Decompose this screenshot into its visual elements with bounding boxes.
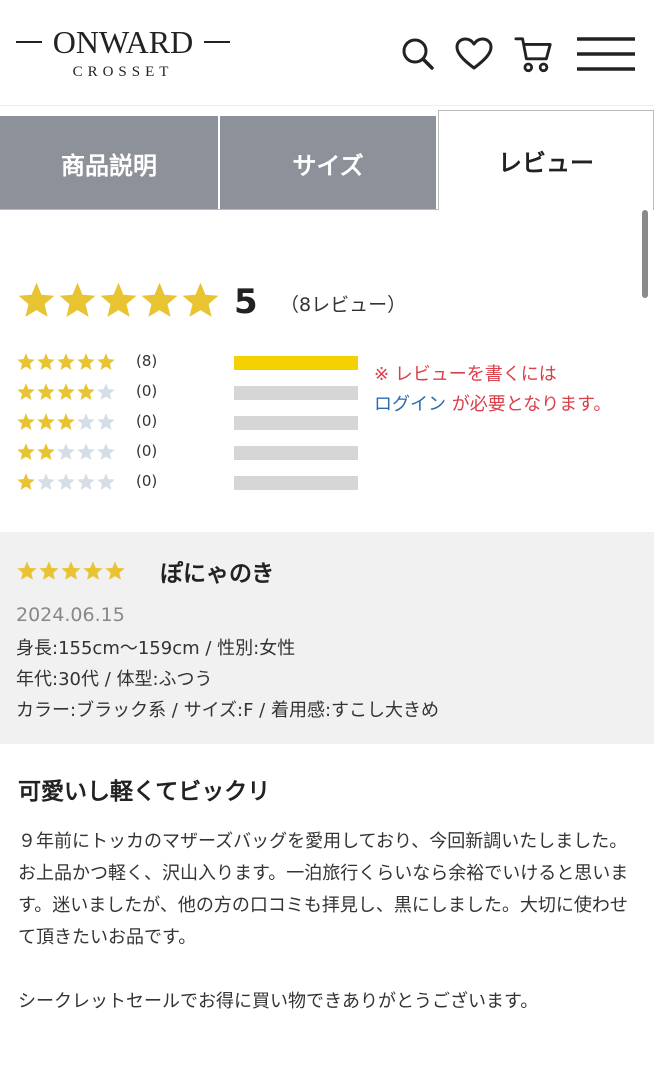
star-filled-icon	[16, 280, 57, 324]
distribution-count: (8)	[136, 352, 158, 370]
notice-text: が必要となります。	[446, 394, 612, 415]
distribution-stars	[16, 382, 116, 406]
star-filled-icon	[76, 382, 96, 406]
heart-icon[interactable]	[454, 34, 494, 74]
star-filled-icon	[16, 412, 36, 436]
average-score: 5	[234, 282, 258, 322]
distribution-count: (0)	[136, 382, 158, 400]
star-empty-icon	[76, 472, 96, 496]
star-filled-icon	[104, 560, 126, 586]
star-filled-icon	[36, 412, 56, 436]
star-filled-icon	[56, 382, 76, 406]
distribution-row: (0)	[16, 382, 376, 404]
distribution-stars	[16, 442, 116, 466]
star-filled-icon	[56, 352, 76, 376]
review-date: 2024.06.15	[16, 604, 125, 626]
distribution-count: (0)	[136, 412, 158, 430]
star-filled-icon	[76, 352, 96, 376]
star-filled-icon	[60, 560, 82, 586]
distribution-bar	[234, 416, 358, 430]
distribution-count: (0)	[136, 442, 158, 460]
site-header: ONWARD CROSSET	[0, 0, 654, 106]
distribution-stars	[16, 352, 116, 376]
search-icon[interactable]	[398, 34, 438, 74]
review-title: 可愛いし軽くてビックリ	[18, 779, 271, 805]
distribution-bar-fill	[234, 356, 358, 370]
star-filled-icon	[180, 280, 221, 324]
star-filled-icon	[36, 352, 56, 376]
star-filled-icon	[57, 280, 98, 324]
star-filled-icon	[36, 442, 56, 466]
star-empty-icon	[56, 472, 76, 496]
star-empty-icon	[96, 472, 116, 496]
star-filled-icon	[96, 352, 116, 376]
distribution-stars	[16, 472, 116, 496]
distribution-row: (0)	[16, 442, 376, 464]
reviewer-attributes: 年代:30代 / 体型:ふつう	[16, 669, 213, 690]
star-filled-icon	[16, 560, 38, 586]
reviewer-attributes: カラー:ブラック系 / サイズ:F / 着用感:すこし大きめ	[16, 700, 440, 721]
average-stars	[16, 280, 221, 324]
star-empty-icon	[36, 472, 56, 496]
star-empty-icon	[76, 442, 96, 466]
review-count: （8レビュー）	[280, 294, 407, 316]
distribution-count: (0)	[136, 472, 158, 490]
distribution-stars	[16, 412, 116, 436]
reviewer-name: ぽにゃのき	[160, 561, 275, 587]
star-empty-icon	[76, 412, 96, 436]
tab-size[interactable]: サイズ	[220, 116, 436, 210]
cart-icon[interactable]	[514, 34, 554, 74]
star-filled-icon	[16, 382, 36, 406]
review-body: シークレットセールでお得に買い物できありがとうございます。	[18, 991, 539, 1012]
distribution-row: (8)	[16, 352, 376, 374]
star-filled-icon	[139, 280, 180, 324]
star-filled-icon	[82, 560, 104, 586]
rating-summary: 5 （8レビュー） (8) (0) (0) (0) (0) ※ レビューを書くには ログ…	[0, 210, 654, 532]
tab-review[interactable]: レビュー	[438, 110, 654, 210]
notice-text: ※ レビューを書くには	[374, 364, 557, 385]
distribution-row: (0)	[16, 412, 376, 434]
reviewer-attributes: 身長:155cm〜159cm / 性別:女性	[16, 638, 296, 659]
distribution-bar	[234, 386, 358, 400]
star-empty-icon	[96, 382, 116, 406]
star-filled-icon	[16, 352, 36, 376]
star-filled-icon	[38, 560, 60, 586]
review-body: ９年前にトッカのマザーズバッグを愛用しており、今回新調いたしました。お上品かつ軽…	[18, 831, 629, 948]
distribution-bar	[234, 356, 358, 370]
product-tabs: 商品説明 サイズ レビュー	[0, 110, 654, 210]
distribution-row: (0)	[16, 472, 376, 494]
star-filled-icon	[36, 382, 56, 406]
menu-icon[interactable]	[574, 34, 638, 74]
star-filled-icon	[16, 472, 36, 496]
star-empty-icon	[96, 442, 116, 466]
star-empty-icon	[96, 412, 116, 436]
login-link[interactable]: ログイン	[374, 394, 446, 415]
review-stars	[16, 560, 126, 586]
star-empty-icon	[56, 442, 76, 466]
logo-subtext: CROSSET	[72, 64, 174, 80]
star-filled-icon	[16, 442, 36, 466]
logo-text: ONWARD	[52, 24, 194, 60]
star-filled-icon	[56, 412, 76, 436]
distribution-bar	[234, 446, 358, 460]
distribution-bar	[234, 476, 358, 490]
review-header: ぽにゃのき 2024.06.15 身長:155cm〜159cm / 性別:女性 …	[0, 532, 654, 744]
star-filled-icon	[98, 280, 139, 324]
tab-description[interactable]: 商品説明	[0, 116, 218, 210]
brand-logo[interactable]: ONWARD CROSSET	[16, 22, 230, 86]
login-notice: ※ レビューを書くには ログイン が必要となります。	[374, 360, 644, 420]
